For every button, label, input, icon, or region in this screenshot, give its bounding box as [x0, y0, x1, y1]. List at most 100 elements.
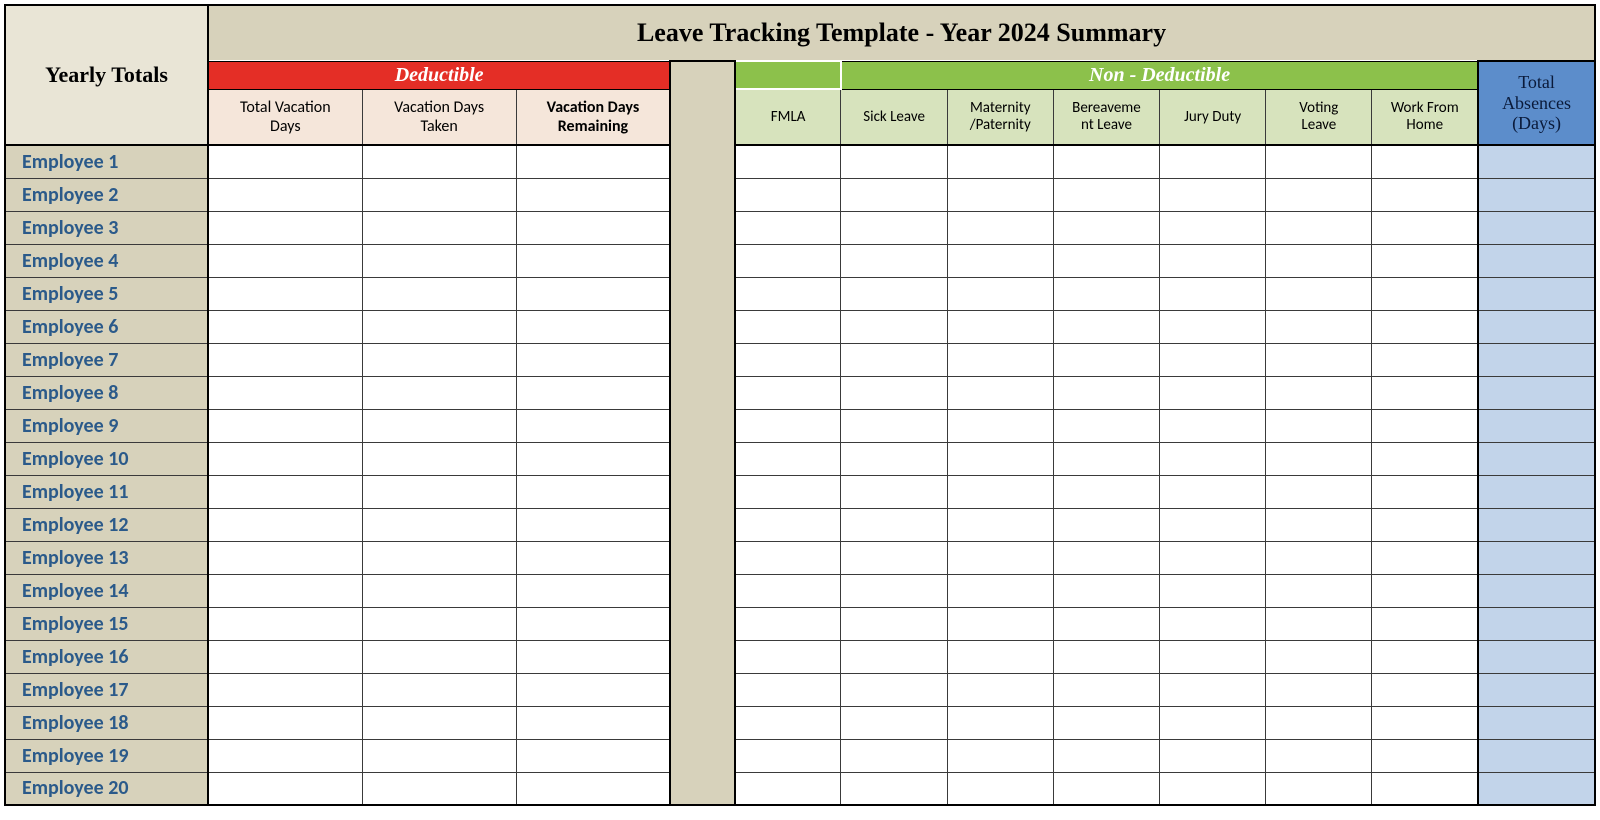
cell-vacation-remaining[interactable]: [516, 475, 670, 508]
cell-vacation-taken[interactable]: [362, 343, 516, 376]
cell-sick-leave[interactable]: [841, 739, 947, 772]
cell-voting[interactable]: [1266, 244, 1372, 277]
cell-wfh[interactable]: [1372, 574, 1478, 607]
cell-maternity[interactable]: [947, 673, 1053, 706]
cell-sick-leave[interactable]: [841, 541, 947, 574]
cell-vacation-remaining[interactable]: [516, 772, 670, 805]
cell-voting[interactable]: [1266, 178, 1372, 211]
cell-wfh[interactable]: [1372, 211, 1478, 244]
cell-bereavement[interactable]: [1053, 343, 1159, 376]
cell-sick-leave[interactable]: [841, 640, 947, 673]
cell-maternity[interactable]: [947, 772, 1053, 805]
cell-fmla[interactable]: [735, 772, 841, 805]
cell-total-vacation[interactable]: [208, 772, 362, 805]
cell-maternity[interactable]: [947, 211, 1053, 244]
cell-total-absences[interactable]: [1478, 607, 1595, 640]
cell-fmla[interactable]: [735, 706, 841, 739]
cell-vacation-taken[interactable]: [362, 442, 516, 475]
cell-total-vacation[interactable]: [208, 640, 362, 673]
cell-wfh[interactable]: [1372, 277, 1478, 310]
cell-total-vacation[interactable]: [208, 442, 362, 475]
cell-sick-leave[interactable]: [841, 409, 947, 442]
cell-voting[interactable]: [1266, 508, 1372, 541]
cell-maternity[interactable]: [947, 739, 1053, 772]
cell-sick-leave[interactable]: [841, 178, 947, 211]
cell-vacation-remaining[interactable]: [516, 244, 670, 277]
cell-total-vacation[interactable]: [208, 607, 362, 640]
cell-jury-duty[interactable]: [1160, 376, 1266, 409]
cell-voting[interactable]: [1266, 739, 1372, 772]
cell-vacation-taken[interactable]: [362, 310, 516, 343]
cell-vacation-taken[interactable]: [362, 706, 516, 739]
cell-sick-leave[interactable]: [841, 211, 947, 244]
cell-vacation-remaining[interactable]: [516, 409, 670, 442]
cell-wfh[interactable]: [1372, 640, 1478, 673]
cell-vacation-taken[interactable]: [362, 574, 516, 607]
cell-total-vacation[interactable]: [208, 178, 362, 211]
cell-fmla[interactable]: [735, 475, 841, 508]
cell-vacation-taken[interactable]: [362, 673, 516, 706]
cell-total-absences[interactable]: [1478, 376, 1595, 409]
cell-total-absences[interactable]: [1478, 574, 1595, 607]
cell-fmla[interactable]: [735, 244, 841, 277]
cell-jury-duty[interactable]: [1160, 310, 1266, 343]
cell-wfh[interactable]: [1372, 607, 1478, 640]
cell-vacation-taken[interactable]: [362, 409, 516, 442]
cell-jury-duty[interactable]: [1160, 442, 1266, 475]
cell-voting[interactable]: [1266, 541, 1372, 574]
cell-vacation-remaining[interactable]: [516, 739, 670, 772]
cell-total-absences[interactable]: [1478, 211, 1595, 244]
cell-jury-duty[interactable]: [1160, 508, 1266, 541]
cell-maternity[interactable]: [947, 145, 1053, 178]
cell-vacation-taken[interactable]: [362, 376, 516, 409]
cell-vacation-remaining[interactable]: [516, 541, 670, 574]
cell-vacation-remaining[interactable]: [516, 145, 670, 178]
cell-bereavement[interactable]: [1053, 376, 1159, 409]
cell-jury-duty[interactable]: [1160, 244, 1266, 277]
cell-total-vacation[interactable]: [208, 343, 362, 376]
cell-fmla[interactable]: [735, 574, 841, 607]
cell-voting[interactable]: [1266, 211, 1372, 244]
cell-voting[interactable]: [1266, 607, 1372, 640]
cell-vacation-taken[interactable]: [362, 772, 516, 805]
cell-vacation-remaining[interactable]: [516, 277, 670, 310]
cell-total-vacation[interactable]: [208, 541, 362, 574]
cell-wfh[interactable]: [1372, 343, 1478, 376]
cell-total-absences[interactable]: [1478, 475, 1595, 508]
cell-bereavement[interactable]: [1053, 475, 1159, 508]
cell-vacation-remaining[interactable]: [516, 706, 670, 739]
cell-fmla[interactable]: [735, 607, 841, 640]
cell-jury-duty[interactable]: [1160, 145, 1266, 178]
cell-vacation-taken[interactable]: [362, 508, 516, 541]
cell-total-absences[interactable]: [1478, 277, 1595, 310]
cell-maternity[interactable]: [947, 178, 1053, 211]
cell-voting[interactable]: [1266, 376, 1372, 409]
cell-voting[interactable]: [1266, 673, 1372, 706]
cell-vacation-remaining[interactable]: [516, 376, 670, 409]
cell-vacation-taken[interactable]: [362, 145, 516, 178]
cell-fmla[interactable]: [735, 508, 841, 541]
cell-total-vacation[interactable]: [208, 409, 362, 442]
cell-total-absences[interactable]: [1478, 508, 1595, 541]
cell-bereavement[interactable]: [1053, 145, 1159, 178]
cell-wfh[interactable]: [1372, 145, 1478, 178]
cell-wfh[interactable]: [1372, 541, 1478, 574]
cell-voting[interactable]: [1266, 640, 1372, 673]
cell-fmla[interactable]: [735, 310, 841, 343]
cell-fmla[interactable]: [735, 376, 841, 409]
cell-jury-duty[interactable]: [1160, 277, 1266, 310]
cell-jury-duty[interactable]: [1160, 574, 1266, 607]
cell-sick-leave[interactable]: [841, 145, 947, 178]
cell-total-absences[interactable]: [1478, 343, 1595, 376]
cell-total-absences[interactable]: [1478, 673, 1595, 706]
cell-jury-duty[interactable]: [1160, 607, 1266, 640]
cell-total-vacation[interactable]: [208, 244, 362, 277]
cell-voting[interactable]: [1266, 343, 1372, 376]
cell-voting[interactable]: [1266, 574, 1372, 607]
cell-sick-leave[interactable]: [841, 508, 947, 541]
cell-sick-leave[interactable]: [841, 475, 947, 508]
cell-total-vacation[interactable]: [208, 475, 362, 508]
cell-wfh[interactable]: [1372, 310, 1478, 343]
cell-bereavement[interactable]: [1053, 211, 1159, 244]
cell-vacation-remaining[interactable]: [516, 607, 670, 640]
